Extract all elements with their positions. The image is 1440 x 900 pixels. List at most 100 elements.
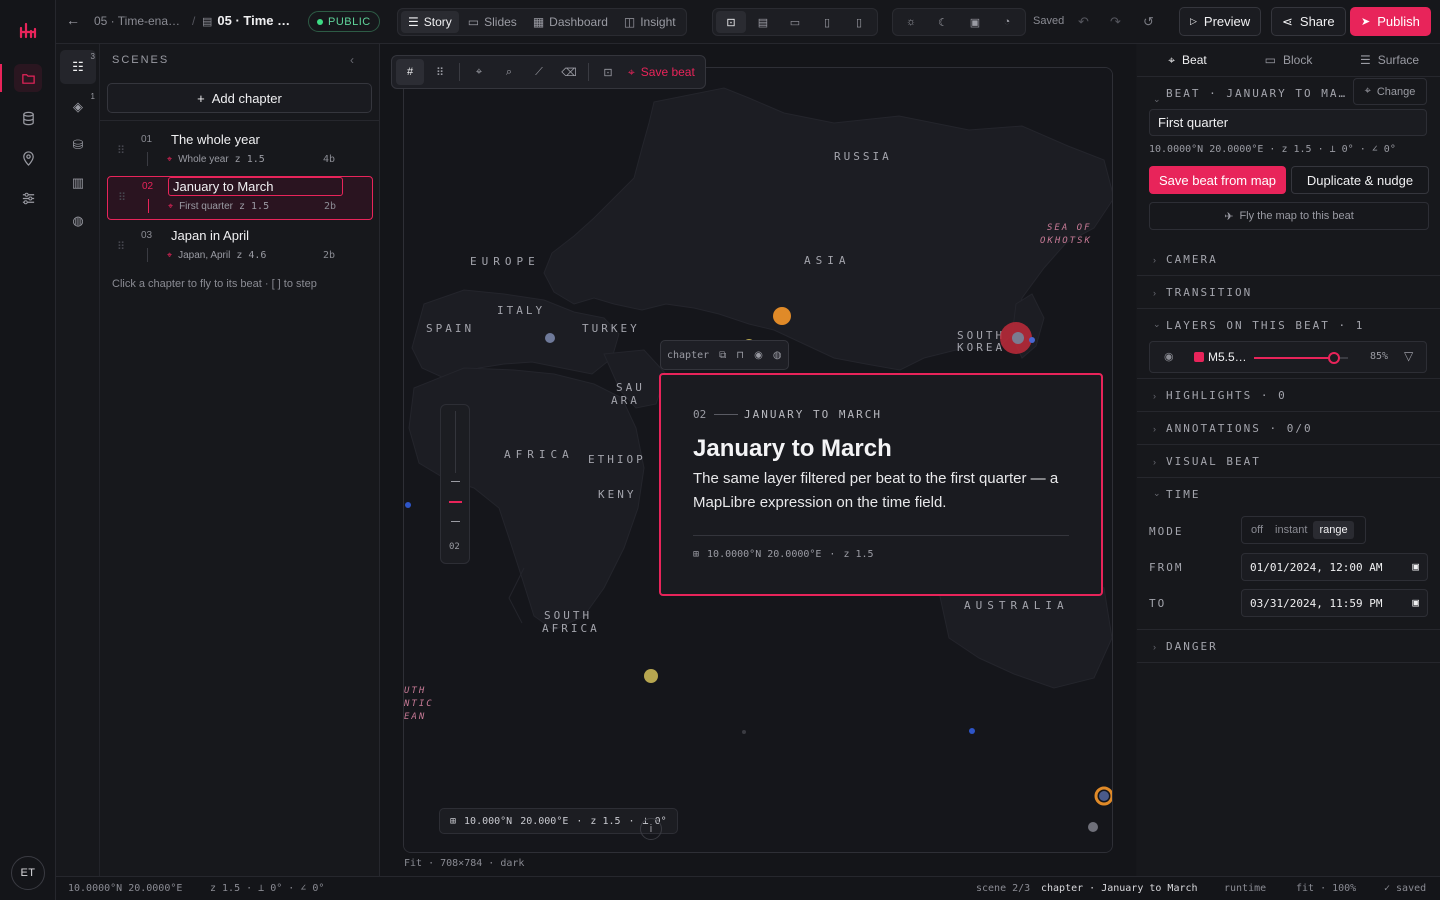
layers-tab[interactable]: ◈ 1 bbox=[60, 90, 96, 124]
preview-button[interactable]: ▷ Preview bbox=[1179, 7, 1262, 36]
publish-button[interactable]: ➤ Publish bbox=[1350, 7, 1431, 36]
opacity-slider-handle[interactable] bbox=[1327, 352, 1340, 364]
duplicate-icon[interactable]: ⧉ bbox=[719, 350, 726, 361]
light-theme-icon[interactable]: ☼ bbox=[896, 11, 926, 33]
eye-icon[interactable]: ◉ bbox=[754, 350, 763, 361]
projects-rail-icon[interactable] bbox=[14, 64, 42, 92]
lock-icon[interactable]: ⊓ bbox=[736, 350, 744, 361]
time-mode-instant[interactable]: instant bbox=[1269, 521, 1313, 539]
mode-slides-tab[interactable]: ▭ Slides bbox=[461, 11, 524, 33]
layer-color-swatch[interactable] bbox=[1194, 352, 1204, 362]
lasso-tool-icon[interactable]: ⌕ bbox=[495, 59, 523, 85]
tab-beat[interactable]: ⌖ Beat bbox=[1137, 44, 1238, 76]
card-eyebrow: JANUARY TO MARCH bbox=[744, 408, 882, 421]
settings-sliders-rail-icon[interactable] bbox=[14, 184, 42, 212]
drag-handle-icon[interactable]: ⠿ bbox=[118, 191, 126, 204]
dark-theme-icon[interactable]: ☾ bbox=[928, 11, 958, 33]
danger-section[interactable]: › DANGER bbox=[1137, 630, 1440, 663]
duplicate-nudge-button[interactable]: Duplicate & nudge bbox=[1291, 166, 1429, 194]
chevron-down-icon[interactable]: ⌄ bbox=[1153, 488, 1161, 499]
database-rail-icon[interactable] bbox=[14, 104, 42, 132]
drag-handle-icon[interactable]: ⠿ bbox=[117, 240, 125, 253]
frame-tool-icon[interactable]: # bbox=[396, 59, 424, 85]
annotations-section[interactable]: › ANNOTATIONS · 0/0 bbox=[1137, 412, 1440, 445]
chevron-down-icon[interactable]: ⌄ bbox=[1153, 319, 1161, 330]
calendar-icon[interactable]: ▣ bbox=[1412, 560, 1419, 573]
mode-dashboard-tab[interactable]: ▦ Dashboard bbox=[526, 11, 615, 33]
collapse-chevron-icon[interactable]: ‹ bbox=[350, 53, 354, 67]
highlights-section[interactable]: › HIGHLIGHTS · 0 bbox=[1137, 379, 1440, 412]
transition-section[interactable]: › TRANSITION bbox=[1137, 276, 1440, 309]
data-tab[interactable]: ⛁ bbox=[60, 128, 96, 162]
wide-viewport-icon[interactable]: ▤ bbox=[748, 11, 778, 33]
tab-block[interactable]: ▭ Block bbox=[1238, 44, 1339, 76]
beat-heading[interactable]: BEAT · JANUARY TO MA… bbox=[1166, 87, 1356, 100]
chapter-connector bbox=[148, 199, 149, 213]
mode-insight-tab[interactable]: ◫ Insight bbox=[617, 11, 683, 33]
to-datetime-input[interactable]: 03/31/2024, 11:59 PM ▣ bbox=[1241, 589, 1428, 617]
save-beat-button[interactable]: ⌖ Save beat bbox=[628, 65, 695, 80]
app-logo-icon[interactable] bbox=[18, 20, 38, 40]
style-icon[interactable]: ◍ bbox=[773, 350, 782, 361]
info-icon[interactable]: i bbox=[640, 818, 662, 840]
palette-tab[interactable]: ◍ bbox=[60, 204, 96, 238]
viewport-switcher: ⊡ ▤ ▭ ▯ ▯ bbox=[712, 8, 878, 36]
fit-viewport-icon[interactable]: ⊡ bbox=[716, 11, 746, 33]
zoom-control[interactable]: 02 bbox=[440, 404, 470, 564]
drag-handle-icon[interactable]: ⠿ bbox=[117, 144, 125, 157]
mode-dashboard-label: Dashboard bbox=[549, 15, 608, 29]
drag-tool-icon[interactable]: ⠿ bbox=[426, 59, 454, 85]
user-avatar[interactable]: ET bbox=[11, 856, 45, 890]
projector-theme-icon[interactable]: ▣ bbox=[960, 11, 990, 33]
phone-viewport-icon[interactable]: ▯ bbox=[844, 11, 874, 33]
chapter-item-selected[interactable]: ⠿ 02 January to March ⌖ First quarter z 1.… bbox=[107, 176, 373, 220]
add-chapter-button[interactable]: + Add chapter bbox=[107, 83, 372, 113]
outline-tab[interactable]: ☷ 3 bbox=[60, 50, 96, 84]
time-mode-range[interactable]: range bbox=[1313, 521, 1354, 539]
public-status-badge[interactable]: PUBLIC bbox=[308, 11, 380, 32]
location-rail-icon[interactable] bbox=[14, 144, 42, 172]
eraser-tool-icon[interactable]: ⌫ bbox=[555, 59, 583, 85]
beat-name-input[interactable]: First quarter bbox=[1149, 109, 1427, 136]
chapter-item[interactable]: ⠿ 01 The whole year ⌖ Whole year z 1.5 4b bbox=[107, 130, 373, 174]
chevron-down-icon[interactable]: ⌄ bbox=[1153, 94, 1161, 105]
calendar-icon[interactable]: ▣ bbox=[1412, 596, 1419, 609]
card-title[interactable]: January to March bbox=[693, 435, 892, 463]
camera-section[interactable]: › CAMERA bbox=[1137, 243, 1440, 276]
opacity-slider[interactable] bbox=[1254, 352, 1348, 364]
undo-icon[interactable]: ↶ bbox=[1078, 14, 1089, 30]
history-icon[interactable]: ↺ bbox=[1143, 14, 1154, 30]
palette-icon: ◍ bbox=[72, 213, 84, 228]
time-mode-off[interactable]: off bbox=[1245, 521, 1269, 539]
filter-icon[interactable]: ▽ bbox=[1404, 349, 1413, 363]
card-body[interactable]: The same layer filtered per beat to the … bbox=[693, 467, 1073, 515]
from-datetime-input[interactable]: 01/01/2024, 12:00 AM ▣ bbox=[1241, 553, 1428, 581]
auto-theme-icon[interactable]: ◔ bbox=[992, 11, 1022, 33]
layer-row[interactable]: ◉ M5.5… 85% ▽ bbox=[1149, 341, 1427, 373]
change-beat-button[interactable]: ⌖ Change bbox=[1353, 78, 1427, 105]
fly-to-beat-button[interactable]: ✈ Fly the map to this beat bbox=[1149, 202, 1429, 230]
mode-insight-label: Insight bbox=[640, 15, 676, 29]
chart-tab[interactable]: ▥ bbox=[60, 166, 96, 200]
line-tool-icon[interactable]: ⟋ bbox=[525, 59, 553, 85]
tab-surface[interactable]: ☰ Surface bbox=[1339, 44, 1440, 76]
chapter-card[interactable]: 02 JANUARY TO MARCH January to March The… bbox=[659, 373, 1103, 596]
eye-icon[interactable]: ◉ bbox=[1164, 350, 1174, 363]
redo-icon[interactable]: ↷ bbox=[1110, 14, 1121, 30]
pin-tool-icon[interactable]: ⌖ bbox=[465, 59, 493, 85]
desktop-viewport-icon[interactable]: ▭ bbox=[780, 11, 810, 33]
breadcrumb-parent[interactable]: 05 · Time-ena… bbox=[94, 14, 180, 28]
visual-beat-section[interactable]: › VISUAL BEAT bbox=[1137, 445, 1440, 478]
zoom-current-tick[interactable] bbox=[449, 501, 462, 503]
focus-tool-icon[interactable]: ⊡ bbox=[594, 59, 622, 85]
mode-story-tab[interactable]: ☰ Story bbox=[401, 11, 459, 33]
chapter-title-input[interactable]: January to March bbox=[168, 177, 343, 196]
chapter-item[interactable]: ⠿ 03 Japan in April ⌖ Japan, April z 4.6 2… bbox=[107, 226, 373, 270]
from-label: FROM bbox=[1149, 561, 1184, 574]
save-beat-from-map-button[interactable]: Save beat from map bbox=[1149, 166, 1286, 194]
tablet-viewport-icon[interactable]: ▯ bbox=[812, 11, 842, 33]
breadcrumb-current[interactable]: ▤ 05 · Time … bbox=[202, 13, 290, 28]
share-button[interactable]: ⋖ Share bbox=[1271, 7, 1346, 36]
back-arrow-icon[interactable]: ← bbox=[66, 12, 80, 28]
map-frame[interactable]: RUSSIA EUROPE ASIA ITALY SPAIN TURKEY SA… bbox=[403, 67, 1113, 853]
